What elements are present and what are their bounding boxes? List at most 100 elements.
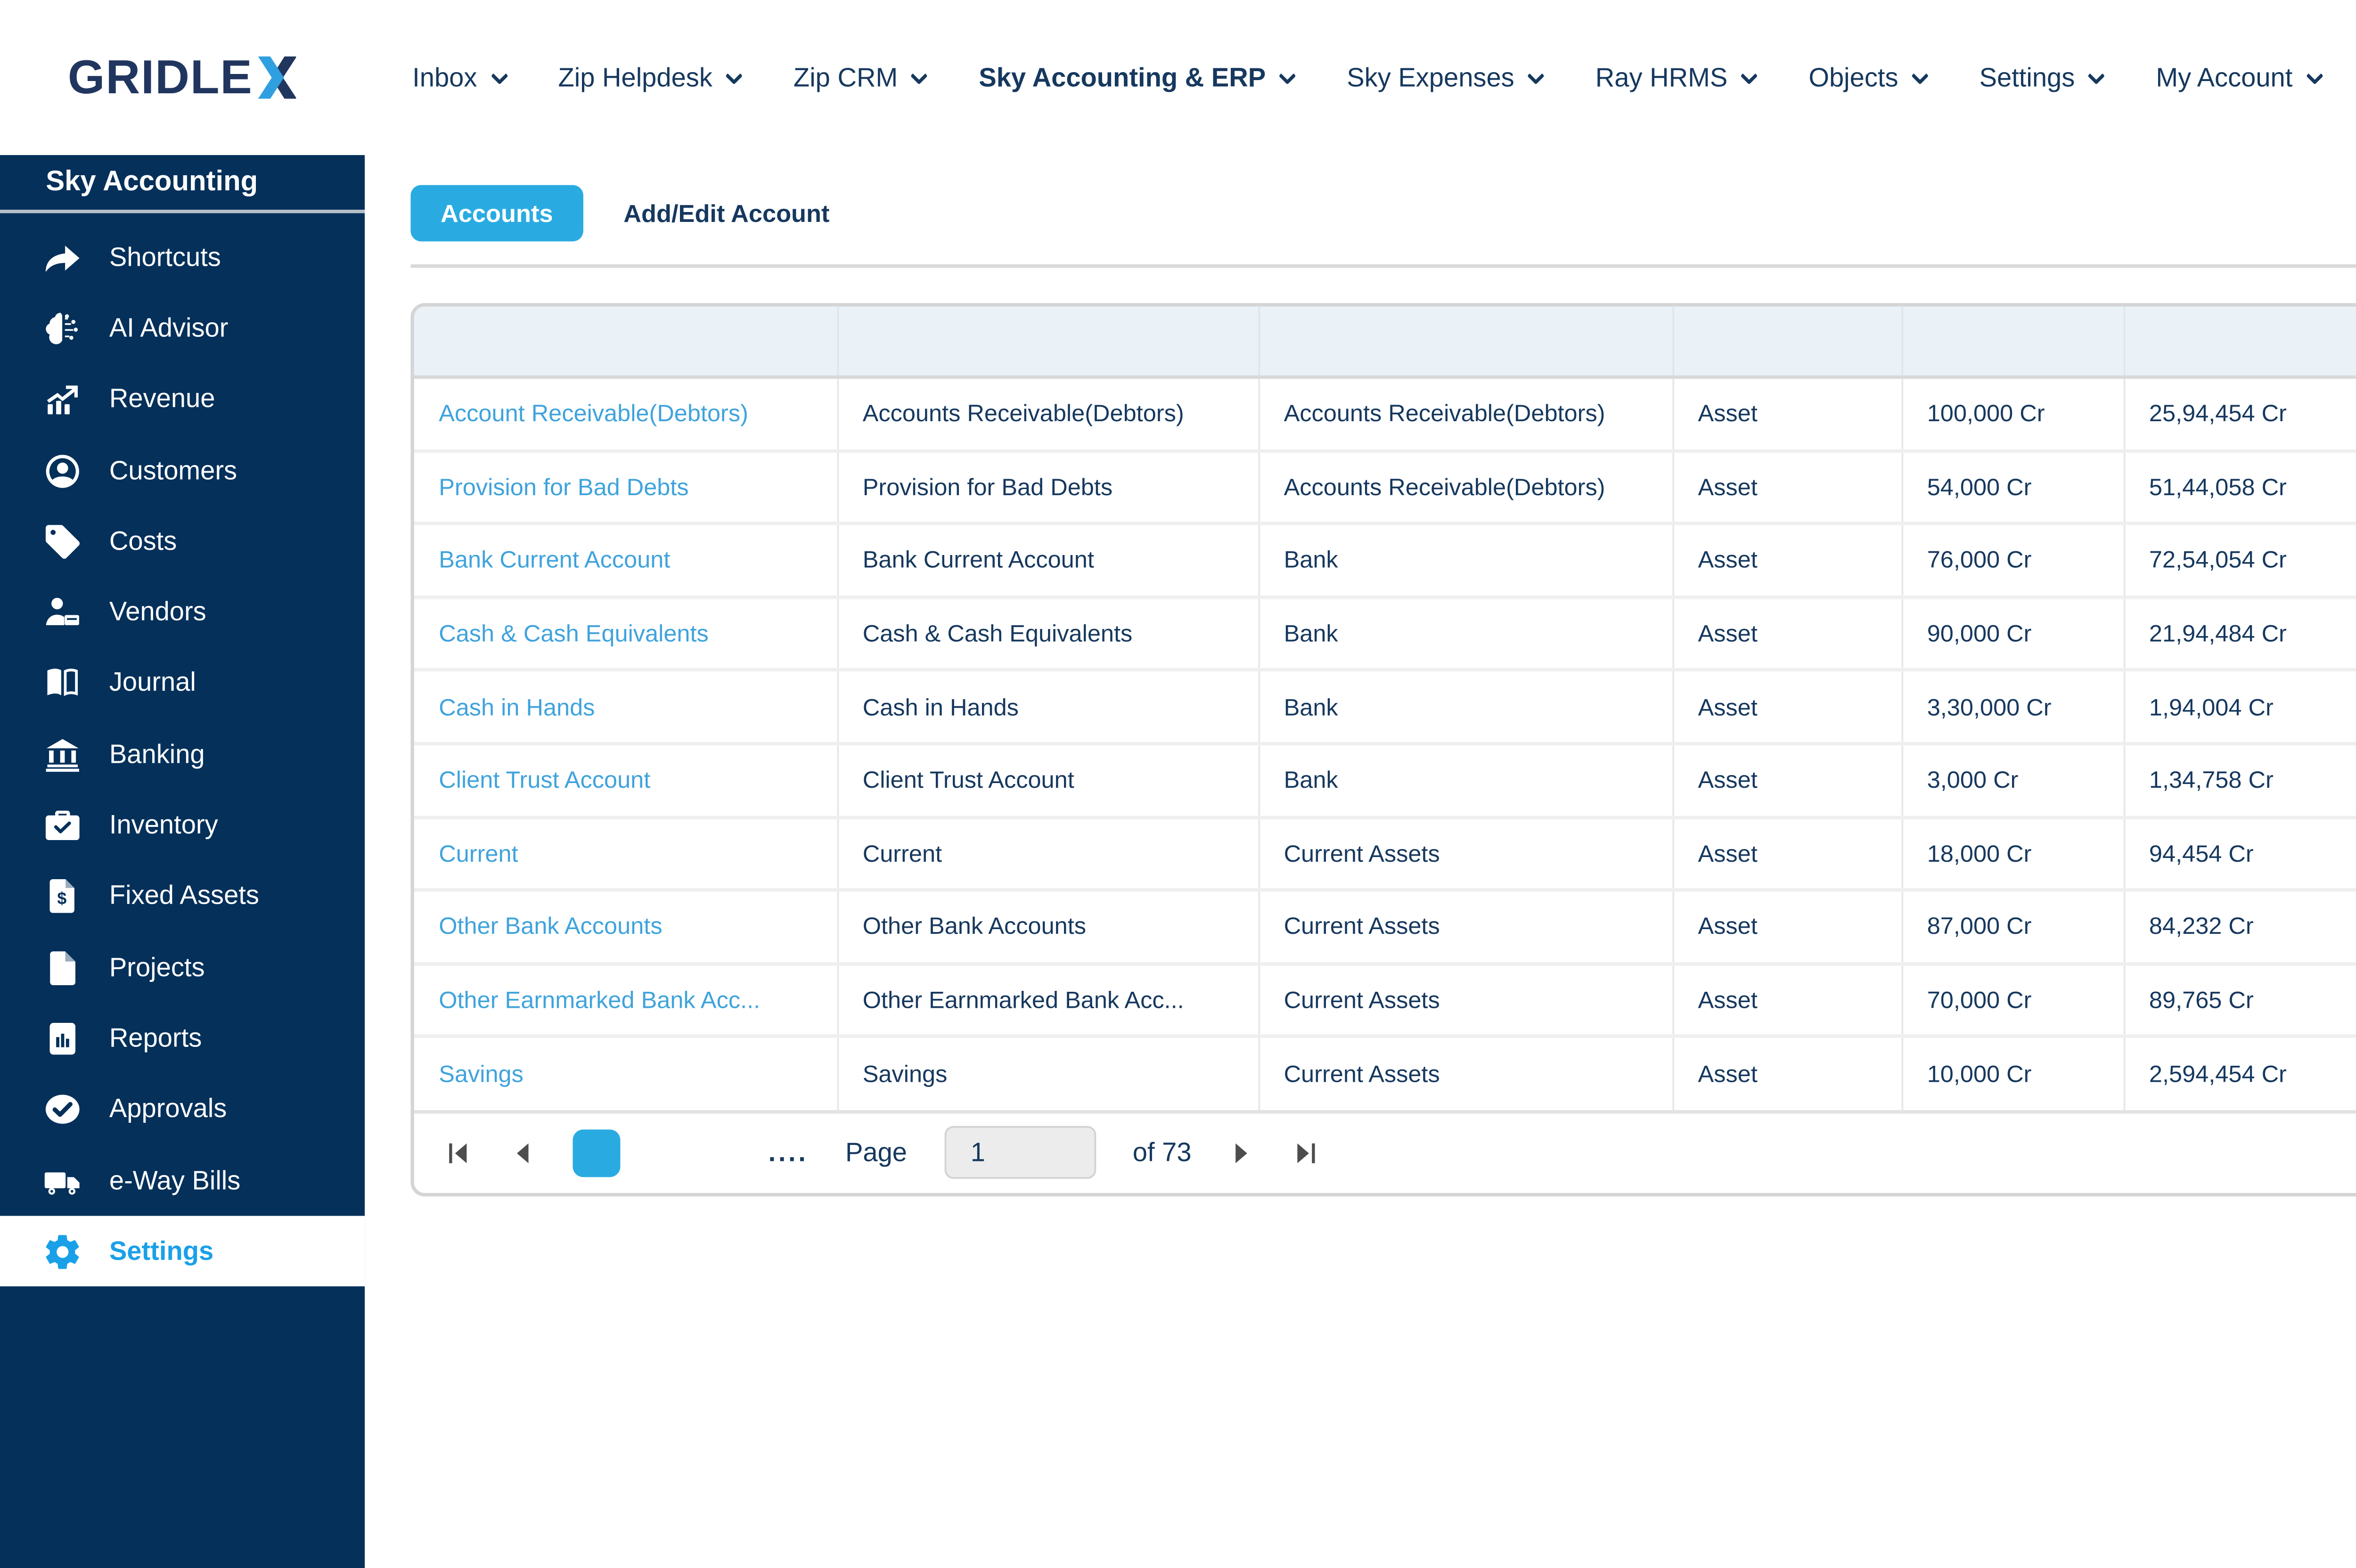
sidebar-item[interactable]: Journal [0, 648, 365, 719]
table-row: Bank Current Account Bank Current Accoun… [414, 522, 2356, 597]
account-head-cell: Asset [1671, 815, 1902, 890]
account-type-cell: Savings [836, 1035, 1259, 1110]
last-page-icon[interactable] [1292, 1140, 1318, 1167]
sidebar-item-label: AI Advisor [109, 313, 229, 344]
account-balance-cell: 89,765 Cr [2122, 962, 2356, 1037]
next-page-icon[interactable] [1228, 1140, 1255, 1167]
account-head-cell: Asset [1671, 668, 1902, 744]
table-row: Cash in Hands Cash in Hands Bank Asset 3… [414, 668, 2356, 744]
account-name-link[interactable]: Client Trust Account [439, 767, 650, 793]
table-row: Cash & Cash Equivalents Cash & Cash Equi… [414, 595, 2356, 670]
account-head-cell: Asset [1671, 377, 1902, 450]
account-balance-cell: 21,94,484 Cr [2122, 595, 2356, 670]
main-nav: Inbox Zip Helpdesk Zip CRM Sky Accountin… [365, 63, 2356, 92]
tab-accounts[interactable]: Accounts [410, 185, 583, 242]
sidebar-item[interactable]: Projects [0, 932, 365, 1003]
account-head-cell: Asset [1671, 522, 1902, 597]
sidebar-item[interactable]: Settings [0, 1216, 365, 1287]
account-name-link[interactable]: Cash & Cash Equivalents [439, 621, 709, 647]
chevron-down-icon [1527, 66, 1545, 84]
nav-item[interactable]: Zip CRM [794, 63, 929, 92]
sidebar-item[interactable]: Banking [0, 719, 365, 790]
previous-page-icon[interactable] [509, 1140, 536, 1167]
sidebar-item[interactable]: e-Way Bills [0, 1145, 365, 1216]
account-name-link[interactable]: Bank Current Account [439, 547, 670, 573]
account-type-cell: Other Earnmarked Bank Acc... [836, 962, 1259, 1037]
sidebar-item[interactable]: Revenue [0, 364, 365, 435]
page-ellipsis[interactable]: .... [769, 1138, 809, 1168]
nav-item[interactable]: Settings [1980, 63, 2106, 92]
main-content: Accounts Add/Edit Account Account Receiv… [365, 155, 2356, 1568]
page-number[interactable] [573, 1129, 621, 1177]
initial-balance-cell: 3,000 Cr [1900, 742, 2124, 817]
nav-item[interactable]: Sky Accounting & ERP [979, 63, 1297, 92]
account-balance-cell: 2,594,454 Cr [2122, 1035, 2356, 1110]
inventory-icon [42, 805, 83, 846]
vendors-icon [42, 592, 83, 633]
sidebar-item[interactable]: Costs [0, 506, 365, 577]
sidebar-item-label: e-Way Bills [109, 1166, 241, 1196]
chevron-down-icon [1279, 66, 1297, 84]
table-row: Account Receivable(Debtors) Accounts Rec… [414, 377, 2356, 450]
first-page-icon[interactable] [446, 1140, 472, 1167]
account-name-link[interactable]: Account Receivable(Debtors) [439, 400, 748, 427]
nav-item[interactable]: Ray HRMS [1595, 63, 1759, 92]
sidebar-item[interactable]: Shortcuts [0, 222, 365, 293]
initial-balance-cell: 18,000 Cr [1900, 815, 2124, 890]
gridlex-logo[interactable]: GRIDLE [0, 50, 365, 105]
account-name-link[interactable]: Current [439, 840, 518, 866]
svg-text:$: $ [57, 890, 66, 908]
sidebar-item[interactable]: AI Advisor [0, 293, 365, 364]
chevron-down-icon [911, 66, 929, 84]
nav-item[interactable]: Objects [1808, 63, 1929, 92]
column-header [414, 306, 837, 379]
chevron-down-icon [726, 66, 744, 84]
account-category-cell: Bank [1257, 668, 1673, 744]
sidebar-item[interactable]: $ Fixed Assets [0, 861, 365, 932]
eway-bills-icon [42, 1160, 83, 1201]
account-category-cell: Current Assets [1257, 815, 1673, 890]
ai-advisor-icon [42, 308, 83, 349]
sidebar-item[interactable]: Reports [0, 1003, 365, 1074]
sidebar-item[interactable]: Vendors [0, 577, 365, 648]
account-type-cell: Current [836, 815, 1259, 890]
sidebar-item-label: Fixed Assets [109, 882, 259, 912]
account-balance-cell: 94,454 Cr [2122, 815, 2356, 890]
nav-item[interactable]: Sky Expenses [1347, 63, 1545, 92]
account-name-link[interactable]: Provision for Bad Debts [439, 474, 688, 500]
sidebar-item-label: Customers [109, 455, 237, 486]
account-balance-cell: 72,54,054 Cr [2122, 522, 2356, 597]
sidebar-item-label: Projects [109, 952, 205, 983]
account-name-link[interactable]: Savings [439, 1061, 524, 1087]
sidebar-item[interactable]: Inventory [0, 790, 365, 861]
nav-item[interactable]: Zip Helpdesk [558, 63, 744, 92]
gridlex-logo-text: GRIDLE [67, 50, 253, 103]
top-bar: GRIDLE Inbox Zip Helpdesk Zip CRM Sky Ac… [0, 0, 2356, 155]
account-name-link[interactable]: Other Earnmarked Bank Acc... [439, 987, 760, 1013]
account-category-cell: Bank [1257, 595, 1673, 670]
sidebar-item-label: Costs [109, 526, 177, 557]
account-balance-cell: 1,94,004 Cr [2122, 668, 2356, 744]
sidebar-item[interactable]: Approvals [0, 1074, 365, 1145]
nav-item[interactable]: Inbox [412, 63, 508, 92]
sidebar-item[interactable]: Customers [0, 435, 365, 506]
initial-balance-cell: 54,000 Cr [1900, 449, 2124, 524]
page-count-label: of 73 [1132, 1138, 1192, 1168]
nav-item[interactable]: My Account [2156, 63, 2323, 92]
account-type-cell: Cash & Cash Equivalents [836, 595, 1259, 670]
account-name-link[interactable]: Other Bank Accounts [439, 914, 662, 940]
tab-add-edit-account[interactable]: Add/Edit Account [623, 199, 829, 228]
account-category-cell: Current Assets [1257, 888, 1673, 964]
sidebar-item-label: Inventory [109, 810, 218, 841]
account-name-link[interactable]: Cash in Hands [439, 694, 595, 720]
initial-balance-cell: 76,000 Cr [1900, 522, 2124, 597]
account-type-cell: Accounts Receivable(Debtors) [836, 377, 1259, 450]
page-input[interactable] [944, 1127, 1096, 1180]
table-row: Other Bank Accounts Other Bank Accounts … [414, 888, 2356, 964]
approvals-icon [42, 1089, 83, 1130]
account-head-cell: Asset [1671, 962, 1902, 1037]
fixed-assets-icon: $ [42, 876, 83, 917]
column-header [1257, 306, 1673, 379]
account-balance-cell: 51,44,058 Cr [2122, 449, 2356, 524]
sidebar-item-label: Banking [109, 739, 205, 770]
